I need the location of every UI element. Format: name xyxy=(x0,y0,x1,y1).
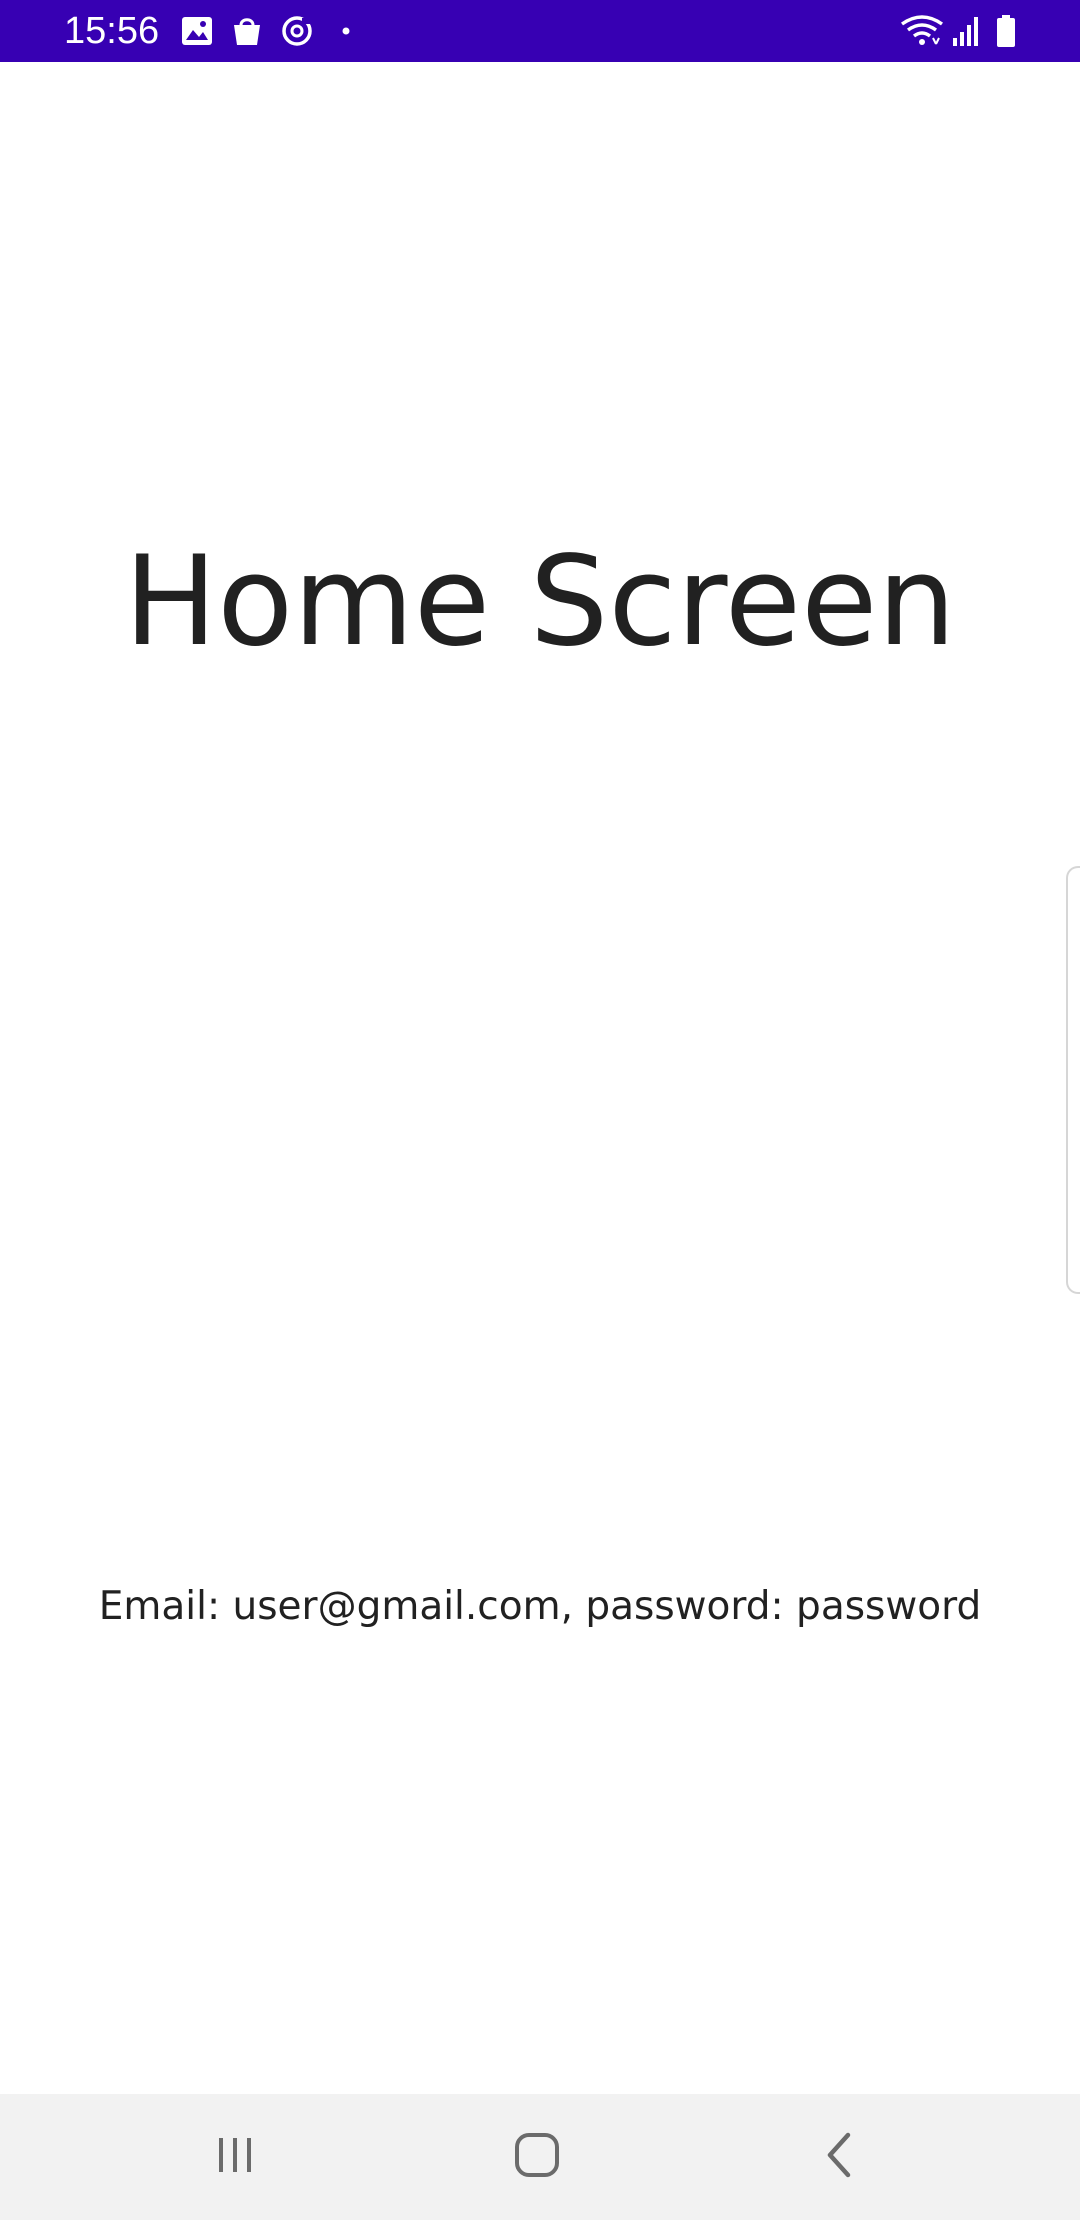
battery-icon xyxy=(994,14,1018,48)
navigation-bar xyxy=(0,2094,1080,2220)
gallery-icon xyxy=(180,14,214,48)
home-button[interactable] xyxy=(507,2127,567,2187)
status-bar: 15:56 xyxy=(0,0,1080,62)
back-button[interactable] xyxy=(810,2127,870,2187)
page-title: Home Screen xyxy=(124,530,956,674)
credentials-text: Email: user@gmail.com, password: passwor… xyxy=(98,1584,982,1629)
recent-apps-icon xyxy=(213,2133,257,2182)
recent-apps-button[interactable] xyxy=(205,2127,265,2187)
edge-panel-handle[interactable] xyxy=(1066,866,1080,1294)
dot-icon xyxy=(338,14,354,48)
shopping-bag-icon xyxy=(230,14,264,48)
home-icon xyxy=(513,2131,561,2184)
back-icon xyxy=(820,2131,860,2184)
sync-icon xyxy=(280,14,314,48)
cell-signal-icon xyxy=(950,14,984,48)
wifi-icon xyxy=(900,14,944,48)
status-time: 15:56 xyxy=(64,10,160,52)
home-screen: Home Screen Email: user@gmail.com, passw… xyxy=(0,62,1080,2094)
